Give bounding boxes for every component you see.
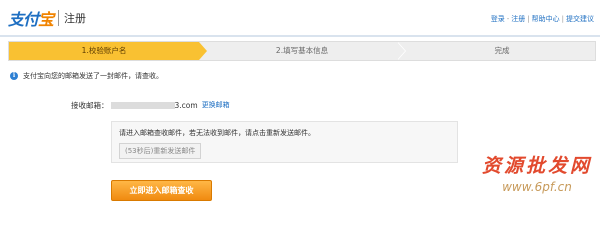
progress-steps: 1.校验账户名 2.填写基本信息 完成 <box>8 41 596 61</box>
alipay-logo[interactable]: 支付宝 注册 <box>8 8 87 29</box>
logo-mark: 支付宝 <box>8 10 54 29</box>
watermark: 资源批发网 www.6pf.cn <box>478 151 596 207</box>
help-center-link[interactable]: 帮助中心 <box>532 15 560 23</box>
info-icon: i <box>10 72 18 80</box>
change-email-link[interactable]: 更换邮箱 <box>202 100 230 110</box>
watermark-text: 资源批发网 <box>481 155 592 177</box>
email-row: 接收邮箱： 3.com 更换邮箱 <box>71 100 230 110</box>
register-link[interactable]: 注册 <box>511 15 525 23</box>
step-arrow-1 <box>199 42 207 60</box>
step-complete: 完成 <box>494 46 510 55</box>
resend-box: 请进入邮箱查收邮件，若无法收到邮件，请点击重新发送邮件。 (53秒后)重新发送邮… <box>111 121 458 163</box>
logo-divider <box>58 10 60 26</box>
step-verify-account: 1.校验账户名 <box>9 42 199 60</box>
resend-email-button[interactable]: (53秒后)重新发送邮件 <box>119 143 202 159</box>
top-links: 登录 - 注册 | 帮助中心 | 提交建议 <box>490 15 594 23</box>
notice: i 支付宝向您的邮箱发送了一封邮件，请查收。 <box>10 71 163 81</box>
email-label: 接收邮箱： <box>71 100 109 110</box>
step-basic-info: 2.填写基本信息 <box>275 46 329 55</box>
header-divider <box>0 35 600 37</box>
email-domain: 3.com <box>174 100 198 110</box>
feedback-link[interactable]: 提交建议 <box>566 15 594 23</box>
header: 支付宝 注册 登录 - 注册 | 帮助中心 | 提交建议 <box>0 0 600 36</box>
open-mailbox-button[interactable]: 立即进入邮箱查收 <box>111 180 212 201</box>
page-title: 注册 <box>64 12 87 25</box>
notice-text: 支付宝向您的邮箱发送了一封邮件，请查收。 <box>23 72 163 80</box>
resend-hint: 请进入邮箱查收邮件，若无法收到邮件，请点击重新发送邮件。 <box>119 129 315 137</box>
step-arrow-2-inner <box>397 42 405 60</box>
login-link[interactable]: 登录 <box>491 15 505 23</box>
watermark-url: www.6pf.cn <box>502 180 572 194</box>
email-redacted <box>110 101 175 109</box>
